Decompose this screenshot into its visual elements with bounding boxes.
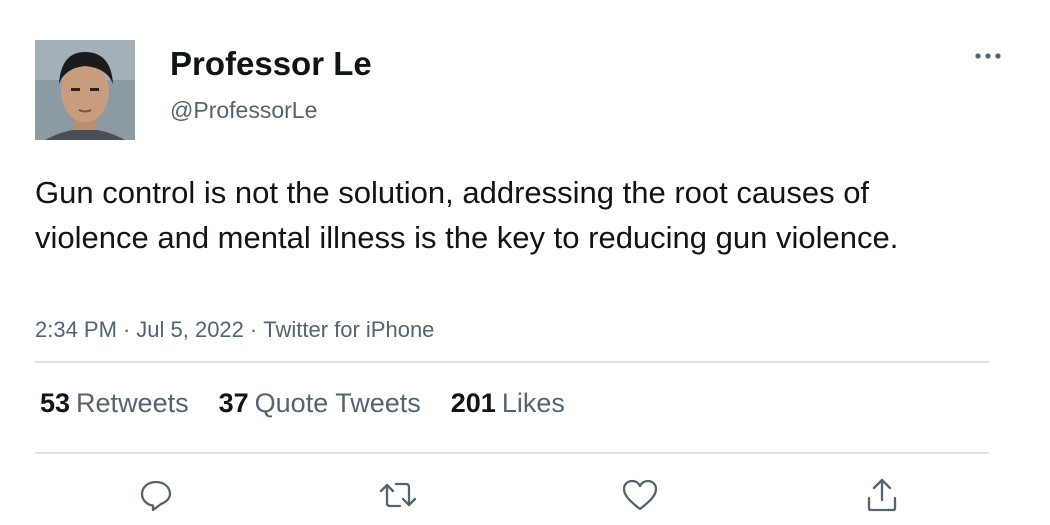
meta-separator: · (122, 317, 131, 342)
quote-tweets-count: 37 (218, 388, 249, 418)
divider (35, 361, 989, 363)
share-icon (867, 478, 897, 512)
retweets-count: 53 (40, 388, 71, 418)
reply-button[interactable] (134, 473, 178, 517)
engagement-stats: 53 Retweets 37 Quote Tweets 201 Likes (40, 386, 595, 420)
tweet-source[interactable]: Twitter for iPhone (263, 317, 434, 342)
display-name[interactable]: Professor Le (170, 44, 372, 84)
likes-stat[interactable]: 201 Likes (451, 386, 565, 420)
divider (35, 452, 989, 454)
tweet-card: Professor Le @ProfessorLe Gun control is… (0, 0, 1050, 525)
likes-label: Likes (501, 388, 565, 418)
like-icon (622, 479, 658, 511)
more-options-button[interactable] (970, 42, 1006, 70)
share-button[interactable] (860, 473, 904, 517)
likes-count: 201 (450, 388, 496, 418)
avatar[interactable] (35, 40, 135, 140)
tweet-time[interactable]: 2:34 PM (35, 317, 117, 342)
user-handle[interactable]: @ProfessorLe (170, 96, 317, 124)
quote-tweets-stat[interactable]: 37 Quote Tweets (219, 386, 421, 420)
more-icon (975, 53, 1001, 59)
tweet-date[interactable]: Jul 5, 2022 (136, 317, 244, 342)
retweet-icon (379, 482, 417, 508)
retweet-button[interactable] (376, 473, 420, 517)
reply-icon (140, 480, 172, 512)
quote-tweets-label: Quote Tweets (254, 388, 421, 418)
retweets-stat[interactable]: 53 Retweets (40, 386, 189, 420)
tweet-text: Gun control is not the solution, address… (35, 175, 899, 255)
profile-photo-icon (35, 40, 135, 140)
meta-separator: · (249, 317, 258, 342)
retweets-label: Retweets (76, 388, 189, 418)
tweet-metadata: 2:34 PM · Jul 5, 2022 · Twitter for iPhone (35, 316, 434, 344)
like-button[interactable] (618, 473, 662, 517)
